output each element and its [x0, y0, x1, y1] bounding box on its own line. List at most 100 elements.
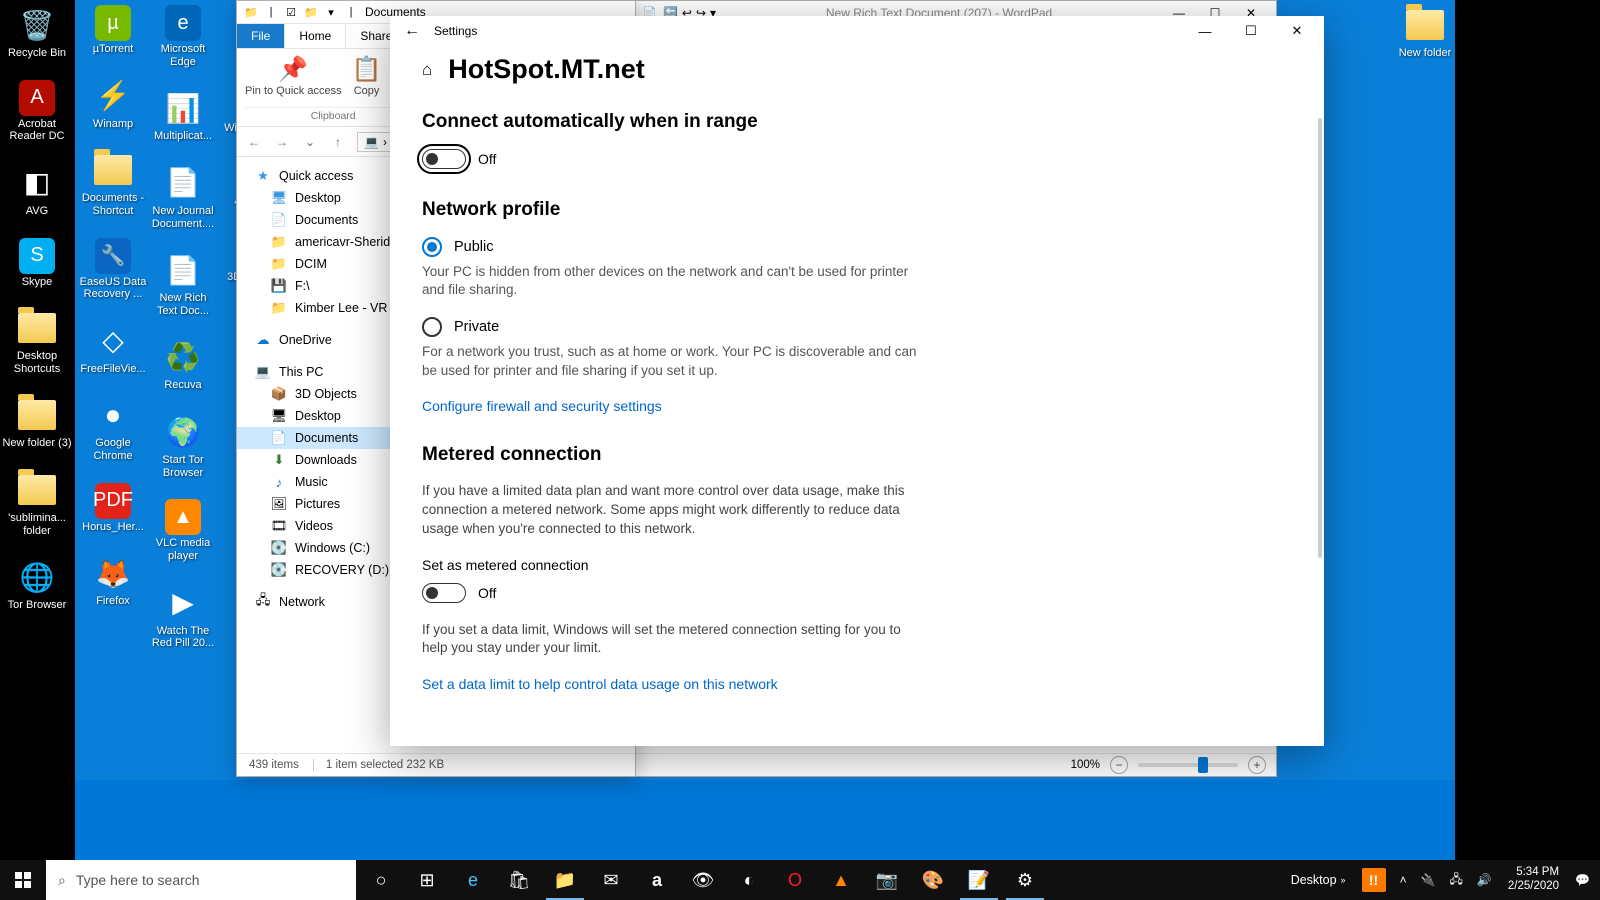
downloads-icon: ⬇ [271, 452, 287, 468]
home-icon[interactable]: ⌂ [422, 60, 432, 80]
data-limit-link[interactable]: Set a data limit to help control data us… [422, 676, 922, 692]
desktop-icon[interactable]: 🗑️Recycle Bin [2, 5, 72, 60]
taskbar-edge[interactable]: e [450, 860, 496, 900]
app-icon [93, 150, 133, 190]
desktop-icon[interactable]: Desktop Shortcuts [2, 308, 72, 375]
desktop-icon[interactable]: µµTorrent [78, 5, 148, 56]
tray-volume[interactable]: 🔊 [1471, 860, 1498, 900]
taskbar-mail[interactable]: ✉ [588, 860, 634, 900]
desktop-icon[interactable]: SSkype [2, 238, 72, 289]
desktop-icon-label: Firefox [96, 595, 130, 608]
up-button[interactable]: ↑ [329, 135, 347, 149]
folder-icon: 📁 [271, 234, 287, 250]
taskbar-app2[interactable]: ◐ [726, 860, 772, 900]
start-button[interactable] [0, 860, 46, 900]
auto-connect-toggle[interactable]: Off [422, 149, 922, 169]
tray-power[interactable]: 🔌 [1415, 860, 1442, 900]
desktop-icon[interactable]: eMicrosoft Edge [148, 5, 218, 68]
desktop-icon[interactable]: ♻️Recuva [148, 337, 218, 392]
desktop-icon[interactable]: 🌍Start Tor Browser [148, 412, 218, 479]
pin-to-quick-access-button[interactable]: 📌Pin to Quick access [245, 53, 342, 97]
drive-icon: 💽 [271, 540, 287, 556]
back-button[interactable]: ← [245, 135, 263, 149]
taskbar-app1[interactable]: 👁 [680, 860, 726, 900]
tray-network[interactable]: 🖧 [1444, 860, 1469, 900]
metered-toggle[interactable]: Off [422, 583, 922, 603]
item-count: 439 items [249, 759, 299, 771]
settings-titlebar[interactable]: ← Settings — ☐ ✕ [390, 16, 1324, 46]
desktop-icon[interactable]: 📊Multiplicat... [148, 88, 218, 143]
taskbar-vlc[interactable]: ▲ [818, 860, 864, 900]
desktop-icon[interactable]: 'sublimina... folder [2, 470, 72, 537]
forward-button[interactable]: → [273, 135, 291, 149]
taskbar-wordpad[interactable]: 📝 [956, 860, 1002, 900]
desktop-icon[interactable]: PDFHorus_Her... [78, 483, 148, 534]
onedrive-icon: ☁ [255, 332, 271, 348]
search-box[interactable]: ⌕ Type here to search [46, 860, 356, 900]
desktop-icon-label: New Rich Text Doc... [148, 292, 218, 317]
tab-home[interactable]: Home [285, 24, 346, 48]
desktop-icon-label: µTorrent [93, 43, 134, 56]
back-button[interactable]: ← [404, 22, 434, 40]
app-icon: 🦊 [93, 553, 133, 593]
app-icon [17, 470, 57, 510]
action-center-button[interactable]: 💬 [1569, 860, 1596, 900]
tray-app[interactable]: !! [1356, 860, 1392, 900]
taskbar-explorer[interactable]: 📁 [542, 860, 588, 900]
taskbar-paint[interactable]: 🎨 [910, 860, 956, 900]
desktop-icon[interactable]: 🌐Tor Browser [2, 557, 72, 612]
taskbar-camera[interactable]: 📷 [864, 860, 910, 900]
desktop-icon[interactable]: ●Google Chrome [78, 395, 148, 462]
app-icon [1405, 5, 1445, 45]
recent-button[interactable]: ⌄ [301, 135, 319, 149]
taskbar-store[interactable]: 🛍 [496, 860, 542, 900]
taskbar-opera[interactable]: O [772, 860, 818, 900]
desktop-icon[interactable]: 🦊 Firefox [78, 553, 148, 608]
taskbar-amazon[interactable]: a [634, 860, 680, 900]
minimize-button[interactable]: — [1182, 16, 1228, 46]
radio-icon [422, 237, 442, 257]
tab-file[interactable]: File [237, 24, 285, 48]
desktop-icon-label: 'sublimina... folder [2, 512, 72, 537]
folder-icon: 📁 [271, 300, 287, 316]
app-icon: A [19, 80, 55, 116]
scrollbar[interactable] [1318, 118, 1322, 558]
desktop-icon[interactable]: ◧AVG [2, 163, 72, 218]
app-icon: ▶ [163, 583, 203, 623]
desktop-icon[interactable]: New folder [1390, 5, 1460, 60]
desktop-icon[interactable]: ◇FreeFileVie... [78, 321, 148, 376]
close-button[interactable]: ✕ [1274, 16, 1320, 46]
desktop-icon[interactable]: AAcrobat Reader DC [2, 80, 72, 143]
pc-icon: 💻 [255, 364, 271, 380]
task-view-button[interactable]: ⊞ [404, 860, 450, 900]
copy-button[interactable]: 📋Copy [352, 53, 382, 97]
cortana-button[interactable]: ○ [358, 860, 404, 900]
zoom-out-button[interactable]: − [1110, 756, 1128, 774]
radio-public[interactable]: Public [422, 237, 922, 257]
desktop-icon[interactable]: 📄New Journal Document.... [148, 163, 218, 230]
desktop-icon-label: AVG [26, 205, 48, 218]
zoom-in-button[interactable]: + [1248, 756, 1266, 774]
app-icon: 📄 [163, 163, 203, 203]
taskbar-settings[interactable]: ⚙ [1002, 860, 1048, 900]
zoom-slider[interactable] [1138, 763, 1238, 767]
taskbar: ⌕ Type here to search ○ ⊞ e 🛍 📁 ✉ a 👁 ◐ … [0, 860, 1600, 900]
desktop-toolbar[interactable]: Desktop» [1283, 873, 1354, 887]
app-icon: ⚡ [93, 76, 133, 116]
tray-chevron[interactable]: ˄ [1394, 860, 1413, 900]
taskbar-clock[interactable]: 5:34 PM 2/25/2020 [1500, 866, 1567, 894]
maximize-button[interactable]: ☐ [1228, 16, 1274, 46]
settings-title: Settings [434, 24, 477, 38]
desktop-icon[interactable]: ⚡Winamp [78, 76, 148, 131]
firewall-link[interactable]: Configure firewall and security settings [422, 398, 922, 414]
app-icon: ▲ [165, 499, 201, 535]
desktop-icon[interactable]: 📄New Rich Text Doc... [148, 250, 218, 317]
desktop-icon[interactable]: ▲VLC media player [148, 499, 218, 562]
desktop-icon-label: Desktop Shortcuts [2, 350, 72, 375]
desktop-icon[interactable]: New folder (3) [2, 395, 72, 450]
desktop-icon[interactable]: Documents - Shortcut [78, 150, 148, 217]
desktop-icon[interactable]: ▶Watch The Red Pill 20... [148, 583, 218, 650]
radio-private[interactable]: Private [422, 317, 922, 337]
app-icon: 📊 [163, 88, 203, 128]
desktop-icon[interactable]: 🔧EaseUS Data Recovery ... [78, 238, 148, 301]
